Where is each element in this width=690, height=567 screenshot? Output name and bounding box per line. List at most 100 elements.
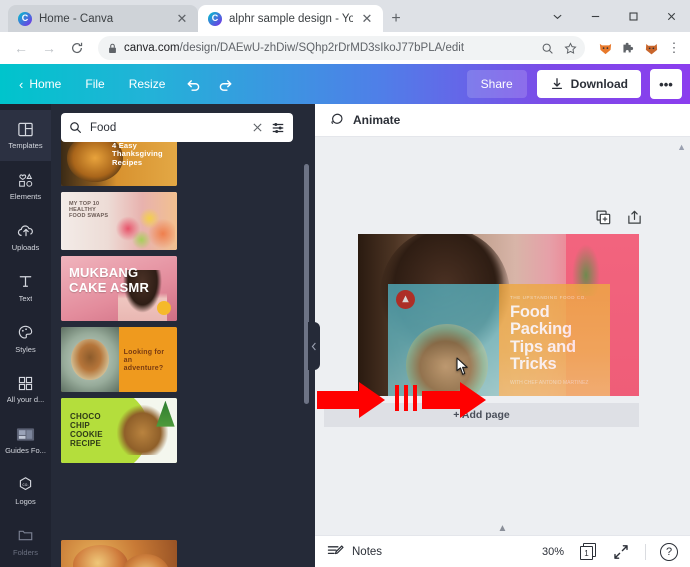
sidebar-item-label: Elements [9,192,42,202]
notes-button[interactable]: Notes [327,544,382,559]
new-tab-button[interactable]: + [383,5,409,32]
sidebar-item-templates[interactable]: Templates [0,110,51,161]
more-options-button[interactable]: ••• [650,69,682,99]
download-button[interactable]: Download [536,70,641,98]
logos-icon: co. [17,476,34,494]
canva-toolbar: ‹ Home File Resize Share Download ••• [0,64,690,104]
left-sidebar: Templates Elements Uploads Text Styles A… [0,104,51,567]
templates-icon [17,120,34,138]
sidebar-item-logos[interactable]: co. Logos [0,465,51,516]
fox-extension-icon[interactable] [597,40,613,56]
sidebar-item-uploads[interactable]: Uploads [0,212,51,263]
template-thumb[interactable]: THE BEST PIZZA IN NYC [61,540,177,567]
overlay-kicker: THE UPSTANDING FOOD CO. [510,295,587,300]
zoom-level[interactable]: 30% [542,546,564,558]
design-canvas-page[interactable]: THE UPSTANDING FOOD CO. Food Packing Tip… [358,234,639,396]
undo-icon[interactable] [178,70,208,98]
file-menu-button[interactable]: File [74,71,115,97]
home-label: Home [29,77,62,91]
template-grid: 4 Easy Thanksgiving Recipes MY TOP 10 HE… [61,104,297,567]
canvas-collapse-icon[interactable]: ▲ [498,523,508,534]
sidebar-item-text[interactable]: Text [0,262,51,313]
window-controls [538,0,690,32]
sidebar-item-guides-folder[interactable]: Guides Fo... [0,415,51,466]
reload-button[interactable] [64,35,90,61]
page-number: 1 [580,546,593,560]
maximize-icon[interactable] [614,0,652,32]
template-thumb[interactable]: MUKBANG CAKE ASMR [61,256,177,321]
template-thumb[interactable]: MY TOP 10 HEALTHY FOOD SWAPS [61,192,177,250]
home-button[interactable]: ‹ Home [8,71,72,98]
mouse-cursor-icon [456,357,469,376]
annotation-arrows [315,379,515,425]
url-path: /design/DAEwU-zhDiw/SQhp2rDrMD3sIkoJ77bP… [179,42,465,54]
resize-button[interactable]: Resize [118,71,177,97]
template-title: 4 Easy Thanksgiving Recipes [112,141,163,167]
canvas-scroll-up-icon[interactable]: ▲ [677,142,686,152]
lock-icon [108,43,117,54]
template-title: MUKBANG CAKE ASMR [69,265,150,295]
expand-icon[interactable] [613,544,629,560]
cat-extension-icon[interactable] [643,40,659,56]
canva-icon: C [208,11,222,26]
download-label: Download [570,77,628,91]
panel-collapse-handle[interactable] [308,322,320,370]
styles-icon [17,324,34,342]
close-icon[interactable]: ✕ [360,12,374,25]
close-icon[interactable]: ✕ [175,12,189,25]
puzzle-extension-icon[interactable] [620,40,636,56]
sidebar-item-label: All your d... [6,395,45,405]
tab-title: Home - Canva [39,12,114,25]
search-icon[interactable] [541,42,554,55]
url-domain: canva.com [124,42,180,54]
address-bar[interactable]: canva.com/design/DAEwU-zhDiw/SQhp2rDrMD3… [98,36,585,60]
browser-tab-alphr-sample-design[interactable]: C alphr sample design - YouTube T ✕ [198,5,383,32]
url-text: canva.com/design/DAEwU-zhDiw/SQhp2rDrMD3… [124,42,464,54]
back-button[interactable]: ← [8,35,34,61]
elements-icon [17,171,34,189]
guides-icon [16,425,35,443]
templates-panel: 4 Easy Thanksgiving Recipes MY TOP 10 HE… [51,104,315,567]
share-button[interactable]: Share [466,70,527,98]
template-thumb-empty [61,469,177,534]
template-thumb[interactable]: Looking for an adventure? [61,327,177,392]
animate-icon [329,112,345,128]
forward-button[interactable]: → [36,35,62,61]
sidebar-item-all-your-designs[interactable]: All your d... [0,364,51,415]
annotation-arrow-1 [317,382,385,418]
canva-icon: C [18,11,32,26]
notes-icon [327,544,344,559]
chevron-down-icon[interactable] [538,0,576,32]
template-title: CHOCO CHIP COOKIE RECIPE [70,412,103,448]
browser-menu-icon[interactable]: ⋮ [666,40,682,56]
sidebar-item-styles[interactable]: Styles [0,313,51,364]
tab-list: C Home - Canva ✕ C alphr sample design -… [0,0,409,32]
page-stack-icon[interactable]: 1 [580,543,597,560]
template-title: Looking for an adventure? [123,349,165,372]
uploads-icon [17,222,35,240]
close-icon[interactable] [252,122,263,133]
browser-tab-home-canva[interactable]: C Home - Canva ✕ [8,5,198,32]
help-icon[interactable]: ? [660,542,678,561]
minimize-icon[interactable] [576,0,614,32]
tab-title: alphr sample design - YouTube T [229,12,353,25]
logo-badge-icon [396,290,415,309]
star-icon[interactable] [564,41,577,55]
sidebar-item-label: Folders [12,547,38,557]
sidebar-item-folders[interactable]: Folders [0,516,51,567]
page-tools [596,210,642,225]
filter-icon[interactable] [271,121,285,135]
template-thumb[interactable]: CHOCO CHIP COOKIE RECIPE [61,398,177,463]
sidebar-item-label: Guides Fo... [5,446,46,456]
sidebar-item-elements[interactable]: Elements [0,161,51,212]
sidebar-item-label: Text [18,293,33,303]
search-input[interactable]: Food [61,113,293,142]
close-icon[interactable] [652,0,690,32]
redo-icon[interactable] [210,70,240,98]
add-page-icon[interactable] [627,210,642,225]
status-bar-divider [645,543,646,560]
duplicate-page-icon[interactable] [596,210,611,225]
animate-label[interactable]: Animate [353,113,400,127]
omnibox-actions [541,41,577,55]
editor-body: Templates Elements Uploads Text Styles A… [0,104,690,567]
